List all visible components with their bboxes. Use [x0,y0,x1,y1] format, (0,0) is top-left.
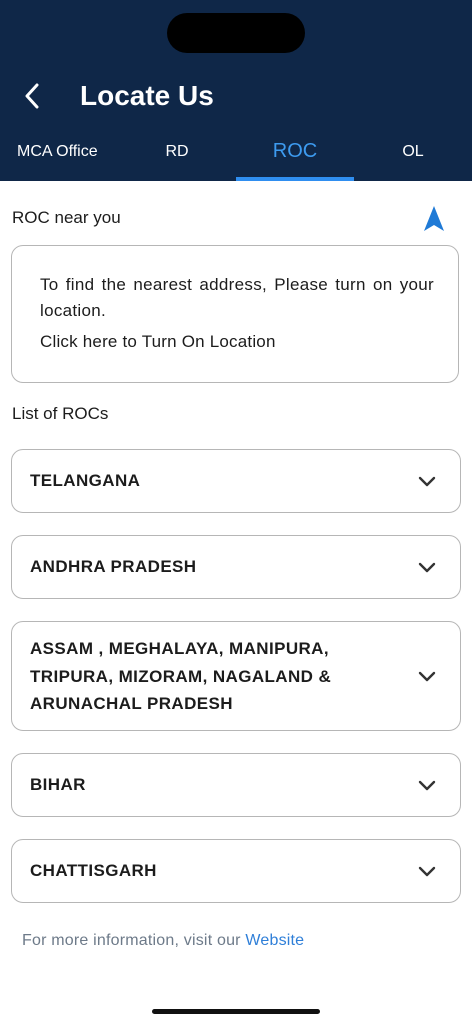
dynamic-island [167,13,305,53]
chevron-down-icon [418,866,436,877]
roc-item-label: TELANGANA [30,471,141,490]
chevron-left-icon [25,83,39,109]
roc-item-bihar[interactable]: BIHAR [11,753,461,817]
home-indicator[interactable] [152,1009,320,1014]
chevron-down-icon [418,562,436,573]
tab-bar: MCA Office RD ROC OL [0,128,472,181]
tab-label: MCA Office [17,143,98,160]
roc-item-assam-northeast[interactable]: ASSAM , MEGHALAYA, MANIPURA, TRIPURA, MI… [11,621,461,731]
roc-item-telangana[interactable]: TELANGANA [11,449,461,513]
turn-on-location-link[interactable]: Click here to Turn On Location [40,332,276,352]
list-title: List of ROCs [12,404,109,423]
near-you-title: ROC near you [12,208,121,227]
website-link[interactable]: Website [245,932,304,949]
tab-label: OL [402,143,424,160]
tab-label: RD [165,143,189,160]
footer-text: For more information, visit our [22,932,246,949]
footer-info: For more information, visit our Website [22,932,304,950]
app-header: Locate Us MCA Office RD ROC OL [0,0,472,181]
location-card: To find the nearest address, Please turn… [11,245,459,383]
roc-item-label: BIHAR [30,775,86,794]
roc-item-label: ANDHRA PRADESH [30,557,197,576]
navigation-arrow-icon[interactable] [422,205,446,233]
chevron-down-icon [418,476,436,487]
chevron-down-icon [418,671,436,682]
roc-item-andhra-pradesh[interactable]: ANDHRA PRADESH [11,535,461,599]
roc-item-chattisgarh[interactable]: CHATTISGARH [11,839,461,903]
tab-rd[interactable]: RD [118,128,236,181]
tab-mca-office[interactable]: MCA Office [0,128,118,181]
tab-roc[interactable]: ROC [236,128,354,181]
tab-label: ROC [272,140,318,162]
page-title: Locate Us [80,80,214,111]
roc-item-label: ASSAM , MEGHALAYA, MANIPURA, TRIPURA, MI… [30,639,332,713]
active-tab-indicator [236,177,354,181]
chevron-down-icon [418,780,436,791]
tab-ol[interactable]: OL [354,128,472,181]
back-button[interactable] [16,78,48,114]
roc-item-label: CHATTISGARH [30,861,157,880]
location-message: To find the nearest address, Please turn… [40,275,434,320]
